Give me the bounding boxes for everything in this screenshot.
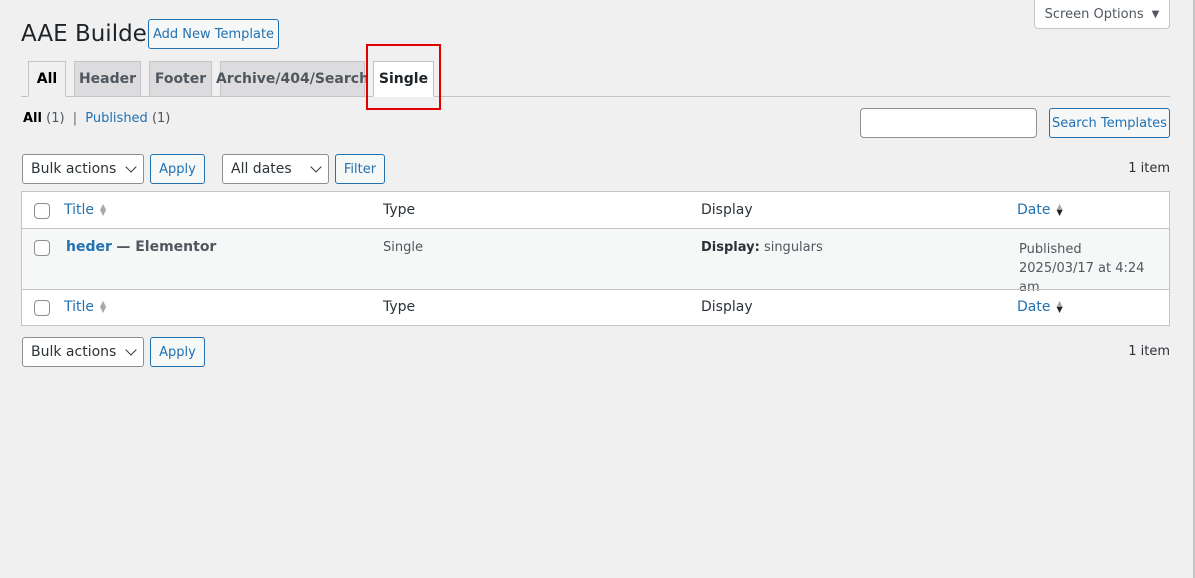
- column-title-footer[interactable]: Title ▲ ▼: [64, 299, 106, 315]
- date-filter-select[interactable]: All dates: [222, 154, 329, 184]
- column-display-footer: Display: [701, 299, 753, 315]
- items-count-bottom: 1 item: [1128, 344, 1170, 359]
- row-title-cell: heder — Elementor: [66, 239, 216, 255]
- column-type-header: Type: [383, 202, 416, 218]
- bulk-actions-value: Bulk actions: [31, 344, 117, 360]
- row-title-link[interactable]: heder: [66, 239, 112, 255]
- caret-down-icon: ▼: [1151, 8, 1160, 20]
- row-checkbox[interactable]: [34, 240, 50, 256]
- views-filter: All (1) | Published (1): [23, 111, 170, 126]
- tab-all[interactable]: All: [28, 61, 66, 97]
- display-value: singulars: [763, 240, 823, 255]
- column-title-label: Title: [64, 202, 95, 218]
- highlight-box: [366, 44, 441, 110]
- bulk-actions-select-bottom[interactable]: Bulk actions: [22, 337, 144, 367]
- apply-button-top[interactable]: Apply: [150, 154, 205, 184]
- select-all-checkbox[interactable]: [34, 203, 50, 219]
- sort-icon: ▲ ▼: [100, 299, 107, 314]
- view-published-link[interactable]: Published: [85, 111, 148, 126]
- sort-icon: ▲ ▼: [100, 202, 107, 217]
- sort-desc-icon: ▲ ▼: [1056, 299, 1063, 314]
- chevron-down-icon: [125, 161, 137, 173]
- views-separator: |: [72, 111, 78, 126]
- screen-options-label: Screen Options: [1044, 6, 1144, 22]
- search-input[interactable]: [860, 108, 1037, 138]
- column-date-footer[interactable]: Date ▲ ▼: [1017, 299, 1063, 315]
- column-title-header[interactable]: Title ▲ ▼: [64, 202, 106, 218]
- table-row: heder — Elementor Single Display: singul…: [22, 229, 1169, 295]
- column-display-header: Display: [701, 202, 753, 218]
- table-footer-row: Title ▲ ▼ Type Display Date ▲ ▼: [22, 289, 1169, 325]
- tab-archive-404-search[interactable]: Archive/404/Search: [216, 61, 369, 97]
- chevron-down-icon: [125, 344, 137, 356]
- view-all-link[interactable]: All: [23, 111, 42, 126]
- tab-header[interactable]: Header: [74, 61, 141, 97]
- screen-options-button[interactable]: Screen Options ▼: [1034, 0, 1170, 29]
- display-label: Display:: [701, 240, 760, 255]
- table-header-row: Title ▲ ▼ Type Display Date ▲ ▼: [22, 192, 1169, 229]
- bulk-actions-select-top[interactable]: Bulk actions: [22, 154, 144, 184]
- column-type-footer: Type: [383, 299, 416, 315]
- row-title-suffix: — Elementor: [116, 239, 217, 255]
- page-title: AAE Builder: [21, 21, 157, 47]
- bulk-actions-value: Bulk actions: [31, 161, 117, 177]
- templates-table: Title ▲ ▼ Type Display Date ▲ ▼ heder — Elem…: [21, 191, 1170, 326]
- date-status: Published: [1019, 242, 1082, 257]
- column-date-label: Date: [1017, 299, 1051, 315]
- view-all-count: (1): [46, 111, 65, 126]
- view-published-count: (1): [151, 111, 171, 126]
- row-display-cell: Display: singulars: [701, 240, 823, 255]
- search-templates-button[interactable]: Search Templates: [1049, 108, 1170, 138]
- tab-footer[interactable]: Footer: [149, 61, 212, 97]
- apply-button-bottom[interactable]: Apply: [150, 337, 205, 367]
- column-date-label: Date: [1017, 202, 1051, 218]
- row-type-cell: Single: [383, 240, 423, 255]
- add-new-template-button[interactable]: Add New Template: [148, 19, 279, 49]
- column-title-label: Title: [64, 299, 95, 315]
- filter-button[interactable]: Filter: [335, 154, 385, 184]
- column-date-header[interactable]: Date ▲ ▼: [1017, 202, 1063, 218]
- date-filter-value: All dates: [231, 161, 292, 177]
- items-count-top: 1 item: [1128, 161, 1170, 176]
- sort-desc-icon: ▲ ▼: [1056, 202, 1063, 217]
- chevron-down-icon: [310, 161, 322, 173]
- select-all-checkbox-bottom[interactable]: [34, 300, 50, 316]
